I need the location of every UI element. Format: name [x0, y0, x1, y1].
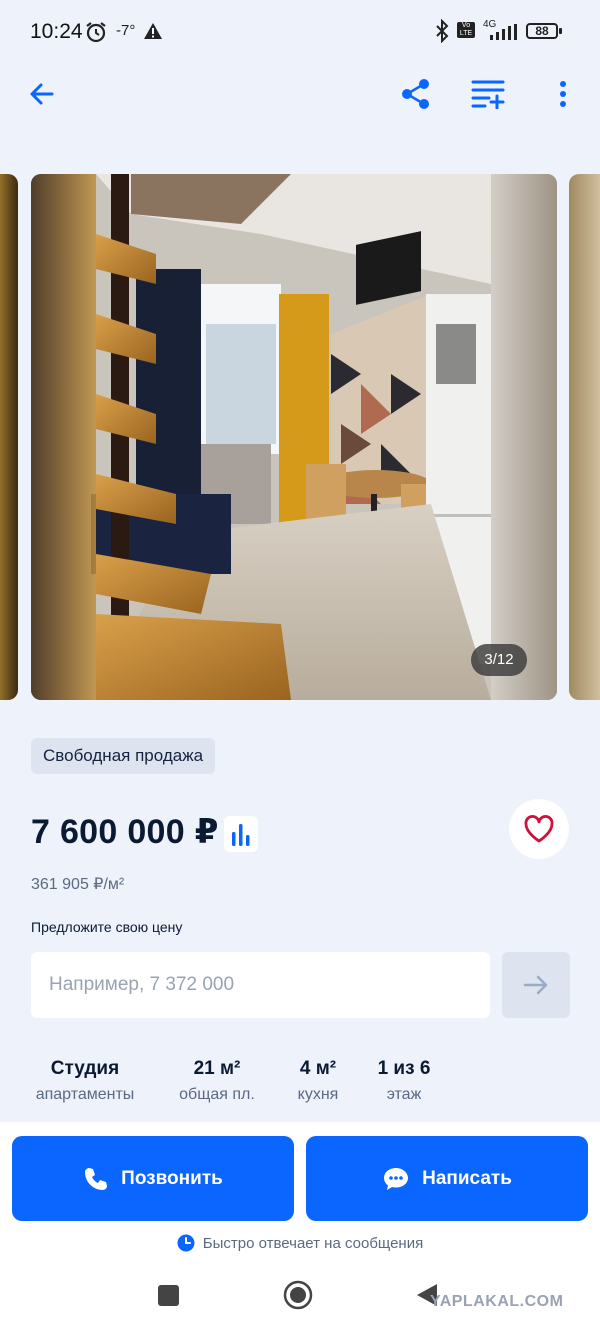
photo-counter: 3/12 — [471, 644, 527, 676]
photo-gallery[interactable]: 3/12 — [0, 174, 600, 700]
fact-label: апартаменты — [35, 1086, 135, 1103]
fact-total-area: 21 м² общая пл. — [170, 1058, 264, 1104]
chat-bubble-icon — [384, 1167, 409, 1190]
fact-type: Студия апартаменты — [31, 1058, 139, 1104]
bluetooth-icon — [434, 18, 450, 48]
bar-chart-icon — [232, 824, 250, 846]
heart-icon — [524, 815, 554, 843]
playlist-add-icon — [471, 80, 505, 109]
signal-icon — [488, 24, 520, 45]
fact-label: этаж — [386, 1086, 422, 1103]
fact-value: 4 м² — [299, 1058, 337, 1079]
warning-icon — [143, 22, 163, 45]
previous-photo[interactable] — [0, 174, 18, 700]
fact-label: общая пл. — [179, 1086, 255, 1103]
message-button[interactable]: Написать — [306, 1136, 588, 1221]
back-button[interactable] — [20, 72, 64, 116]
offer-price-input[interactable] — [31, 952, 490, 1018]
property-facts: Студия апартаменты 21 м² общая пл. 4 м² … — [0, 1058, 600, 1118]
offer-label: Предложите свою цену — [31, 919, 183, 935]
status-time: 10:24 — [30, 20, 83, 43]
share-icon — [402, 79, 429, 109]
fast-reply-text: Быстро отвечает на сообщения — [202, 1234, 424, 1252]
arrow-right-icon — [523, 975, 548, 995]
fast-reply-note: Быстро отвечает на сообщения — [0, 1231, 600, 1255]
call-button[interactable]: Позвонить — [12, 1136, 294, 1221]
arrow-left-icon — [30, 83, 54, 105]
offer-submit-button[interactable] — [502, 952, 570, 1018]
home-button[interactable] — [283, 1280, 313, 1310]
call-button-label: Позвонить — [121, 1167, 223, 1189]
status-bar: 10:24 -7° Vo LTE 4G 88 — [0, 0, 600, 64]
fact-label: кухня — [297, 1086, 339, 1103]
alarm-icon — [84, 20, 108, 49]
recent-apps-button[interactable] — [158, 1285, 179, 1306]
phone-icon — [85, 1167, 108, 1190]
watermark: YAPLAKAL.COM — [430, 1293, 564, 1310]
clock-icon — [177, 1234, 195, 1252]
volte-badge: Vo LTE — [457, 22, 475, 38]
battery-indicator: 88 — [526, 23, 562, 39]
fact-kitchen-area: 4 м² кухня — [288, 1058, 348, 1104]
status-temperature: -7° — [116, 22, 136, 39]
price: 7 600 000 ₽ — [31, 813, 219, 851]
fact-value: Студия — [50, 1058, 120, 1079]
sale-type-badge: Свободная продажа — [31, 738, 216, 774]
message-button-label: Написать — [422, 1167, 512, 1189]
add-to-list-button[interactable] — [466, 72, 510, 116]
more-button[interactable] — [541, 72, 585, 116]
price-per-square-meter: 361 905 ₽/м² — [31, 876, 125, 893]
share-button[interactable] — [394, 72, 438, 116]
price-history-button[interactable] — [224, 816, 258, 852]
fact-value: 1 из 6 — [377, 1058, 431, 1079]
listing-photo[interactable] — [31, 174, 557, 700]
next-photo[interactable] — [569, 174, 600, 700]
favorite-button[interactable] — [509, 799, 569, 859]
fact-floor: 1 из 6 этаж — [370, 1058, 438, 1104]
fact-value: 21 м² — [193, 1058, 241, 1079]
more-vertical-icon — [560, 81, 566, 107]
